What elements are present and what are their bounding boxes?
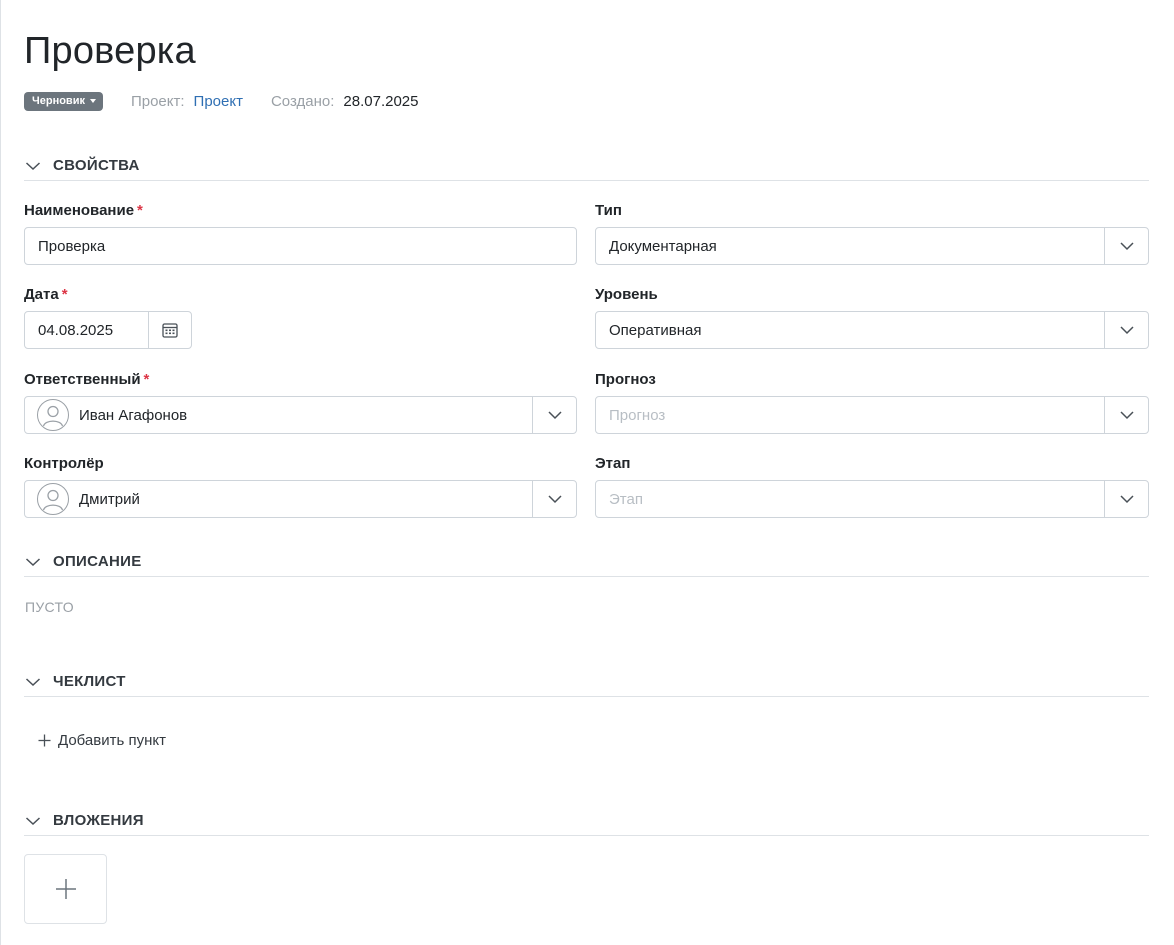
stage-select-toggle[interactable] [1104,481,1148,517]
forecast-label-text: Прогноз [595,371,656,388]
meta-row: Черновик Проект: Проект Создано: 28.07.2… [24,91,419,111]
chevron-down-icon [25,817,41,826]
created-label: Создано: [270,92,335,110]
calendar-icon [162,323,178,338]
chevron-down-icon [25,678,41,687]
required-mark: * [143,371,150,388]
user-avatar-icon [37,483,69,515]
type-select-value: Документарная [609,237,717,255]
section-properties-title: СВОЙСТВА [53,157,140,174]
section-attachments-header[interactable]: ВЛОЖЕНИЯ [24,812,1149,836]
level-select-toggle[interactable] [1104,312,1148,348]
chevron-down-icon [1119,326,1134,335]
type-select-toggle[interactable] [1104,228,1148,264]
chevron-down-icon [1119,495,1134,504]
responsible-name: Иван Агафонов [79,406,188,424]
responsible-select[interactable]: Иван Агафонов [24,396,577,434]
required-mark: * [137,202,143,219]
forecast-label: Прогноз [595,371,656,389]
chevron-down-icon [25,558,41,567]
controller-select-toggle[interactable] [532,481,576,517]
date-label-text: Дата [24,286,59,303]
responsible-label: Ответственный * [24,371,149,389]
controller-select[interactable]: Дмитрий [24,480,577,518]
user-avatar-icon [37,399,69,431]
forecast-select[interactable]: Прогноз [595,396,1149,434]
caret-down-icon [89,99,96,103]
name-label-text: Наименование [24,202,135,219]
calendar-button[interactable] [148,312,191,348]
required-mark: * [61,286,68,303]
created-date: 28.07.2025 [343,92,419,110]
status-badge[interactable]: Черновик [24,91,103,111]
type-label: Тип [595,202,622,220]
add-checklist-item-label: Добавить пункт [58,732,166,749]
level-select-value: Оперативная [609,321,702,339]
status-label: Черновик [32,95,85,107]
description-empty-text[interactable]: ПУСТО [25,599,74,615]
forecast-placeholder: Прогноз [609,406,666,424]
project-label: Проект: [130,92,185,110]
section-description-title: ОПИСАНИЕ [53,553,142,570]
chevron-down-icon [547,495,562,504]
stage-select[interactable]: Этап [595,480,1149,518]
chevron-down-icon [1119,242,1134,251]
name-label: Наименование * [24,202,143,220]
page-title: Проверка [24,30,196,72]
responsible-select-toggle[interactable] [532,397,576,433]
section-checklist-title: ЧЕКЛИСТ [53,673,126,690]
responsible-label-text: Ответственный [24,371,141,388]
controller-label-text: Контролёр [24,455,104,472]
plus-icon [38,734,51,747]
date-label: Дата * [24,286,68,304]
controller-label: Контролёр [24,455,104,473]
level-select[interactable]: Оперативная [595,311,1149,349]
section-properties-header[interactable]: СВОЙСТВА [24,157,1149,181]
add-checklist-item-button[interactable]: Добавить пункт [38,732,166,749]
level-label: Уровень [595,286,658,304]
type-label-text: Тип [595,202,622,219]
name-input-value: Проверка [38,237,106,255]
stage-label: Этап [595,455,630,473]
chevron-down-icon [25,162,41,171]
section-attachments-title: ВЛОЖЕНИЯ [53,812,144,829]
add-attachment-button[interactable] [24,854,107,924]
forecast-select-toggle[interactable] [1104,397,1148,433]
type-select[interactable]: Документарная [595,227,1149,265]
chevron-down-icon [547,411,562,420]
plus-icon [55,879,76,899]
date-input[interactable]: 04.08.2025 [24,311,192,349]
controller-name: Дмитрий [79,490,140,508]
stage-label-text: Этап [595,455,631,472]
section-description-header[interactable]: ОПИСАНИЕ [24,553,1149,577]
chevron-down-icon [1119,411,1134,420]
level-label-text: Уровень [595,286,658,303]
date-input-value: 04.08.2025 [38,321,114,339]
name-input[interactable]: Проверка [24,227,577,265]
stage-placeholder: Этап [609,490,643,508]
section-checklist-header[interactable]: ЧЕКЛИСТ [24,673,1149,697]
left-border [0,0,1,945]
project-link[interactable]: Проект [194,93,243,110]
